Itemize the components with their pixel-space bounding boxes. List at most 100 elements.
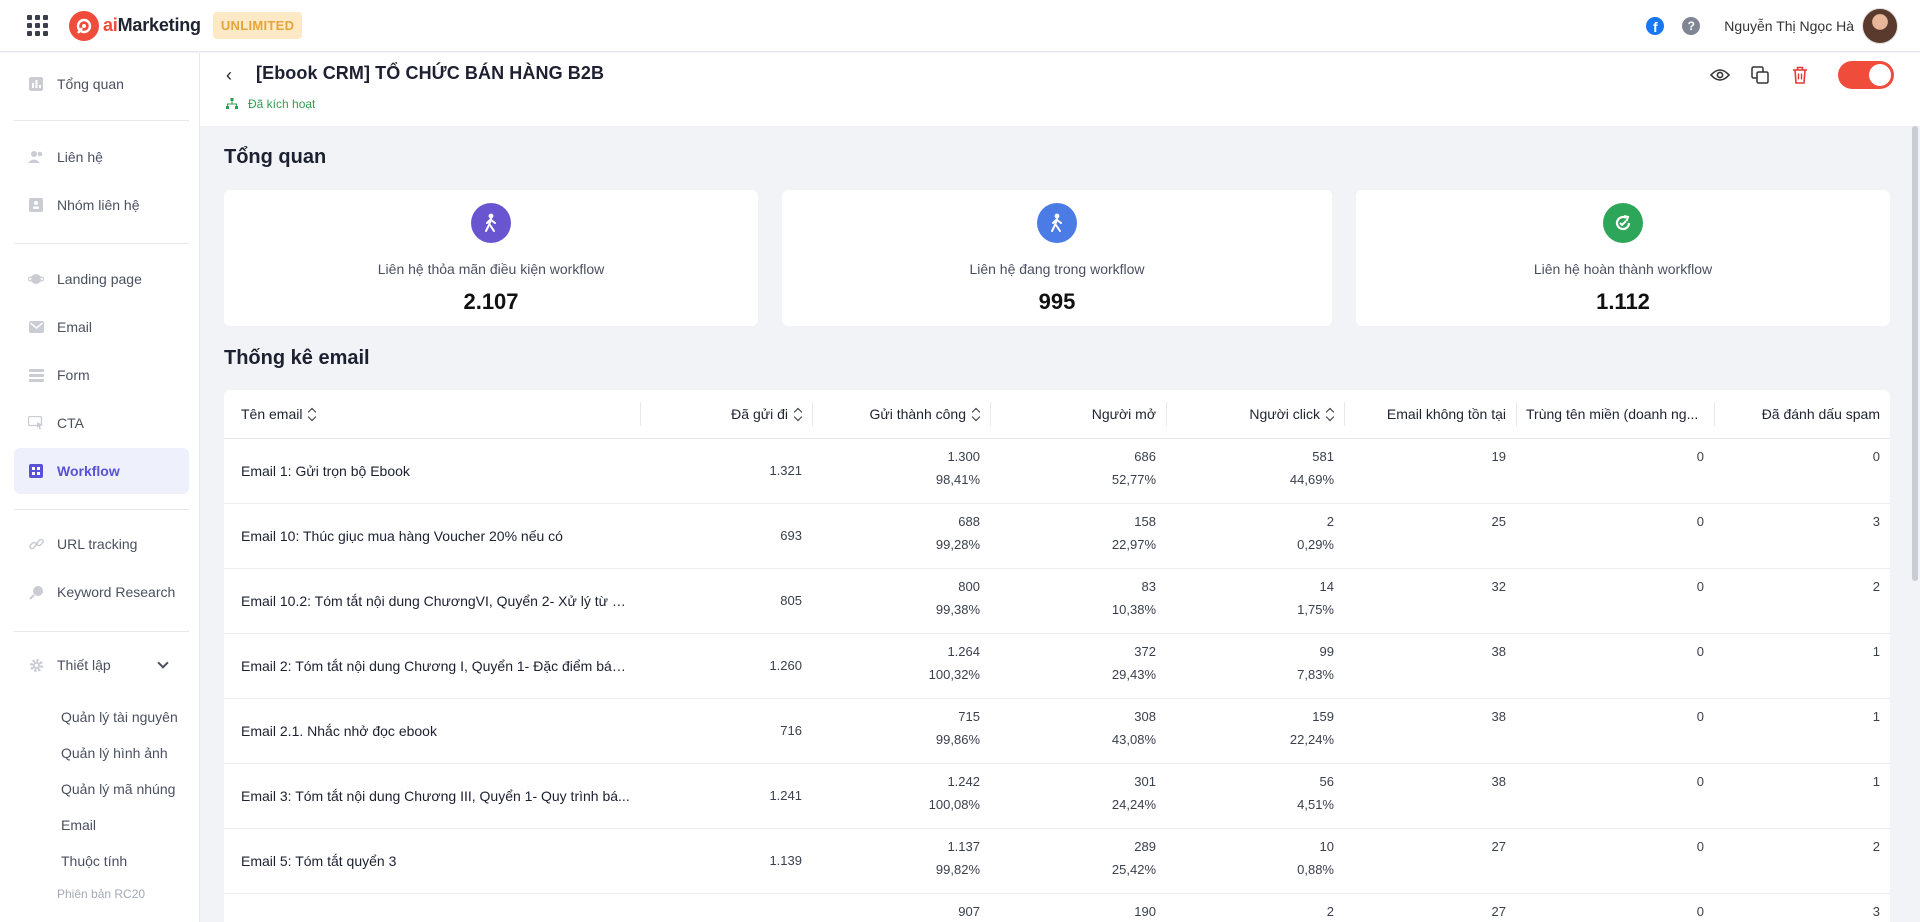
sidebar-subitem-resources[interactable]: Quản lý tài nguyên (61, 709, 178, 725)
opens-cell: 372 29,43% (990, 633, 1166, 699)
delivered-cell: 1.264 100,32% (812, 633, 990, 699)
spam-cell: 2 (1714, 828, 1890, 894)
duplicate-domain-cell: 0 (1516, 763, 1714, 829)
sidebar-item-label: Nhóm liên hệ (57, 197, 140, 213)
user-name[interactable]: Nguyễn Thị Ngọc Hà (1724, 18, 1854, 34)
table-row[interactable]: Email 10: Thúc giục mua hàng Voucher 20%… (224, 503, 1890, 569)
table-row[interactable]: Email 2.1. Nhắc nhở đọc ebook 716 715 99,… (224, 698, 1890, 764)
sidebar-subitem-email[interactable]: Email (61, 817, 96, 833)
spam-cell: 1 (1714, 763, 1890, 829)
column-header-invalid-email[interactable]: Email không tồn tại (1344, 390, 1516, 439)
chevron-down-icon[interactable] (157, 657, 169, 669)
column-header-spam[interactable]: Đã đánh dấu spam (1714, 390, 1890, 439)
sent-cell: 1.241 (640, 763, 812, 829)
facebook-icon[interactable]: f (1646, 17, 1665, 35)
activate-toggle[interactable] (1838, 61, 1894, 89)
invalid-cell: 27 (1344, 893, 1516, 922)
delivered-cell: 1.242 100,08% (812, 763, 990, 829)
column-header-opens[interactable]: Người mở (990, 390, 1166, 439)
delivered-cell: 715 99,86% (812, 698, 990, 764)
table-row[interactable]: Email 10.2: Tóm tắt nội dung ChươngVI, Q… (224, 568, 1890, 634)
help-icon[interactable]: ? (1682, 17, 1701, 35)
duplicate-domain-cell: 0 (1516, 698, 1714, 764)
brand-name: aiMarketing (103, 15, 201, 35)
sent-cell: 805 (640, 568, 812, 634)
table-row[interactable]: 907 190 2 27 0 3 (224, 893, 1890, 922)
table-row[interactable]: Email 3: Tóm tắt nội dung Chương III, Qu… (224, 763, 1890, 829)
sidebar-item-label: Liên hệ (57, 149, 103, 165)
divider (14, 631, 189, 632)
email-name-cell[interactable]: Email 3: Tóm tắt nội dung Chương III, Qu… (224, 763, 640, 829)
sort-icon[interactable] (794, 408, 802, 422)
sidebar-item-contacts[interactable]: Liên hệ (14, 134, 189, 180)
sidebar-item-label: Thiết lập (57, 657, 111, 673)
opens-cell: 301 24,24% (990, 763, 1166, 829)
table-header-row: Tên email Đã gửi đi Gửi thành công Người… (224, 390, 1890, 439)
version-label: Phiên bản RC20 (57, 887, 146, 901)
email-name-cell[interactable]: Email 2: Tóm tắt nội dung Chương I, Quyể… (224, 633, 640, 699)
duplicate-icon[interactable] (1748, 63, 1772, 87)
stat-value: 995 (1038, 289, 1076, 314)
spam-cell: 3 (1714, 893, 1890, 922)
sidebar-item-contact-groups[interactable]: Nhóm liên hệ (14, 182, 189, 228)
email-name-cell[interactable] (224, 893, 640, 922)
contact-group-icon (28, 197, 44, 213)
sidebar-item-landing-page[interactable]: Landing page (14, 256, 189, 302)
duplicate-domain-cell: 0 (1516, 438, 1714, 504)
duplicate-domain-cell: 0 (1516, 568, 1714, 634)
column-header-delivered[interactable]: Gửi thành công (812, 390, 990, 439)
table-row[interactable]: Email 5: Tóm tắt quyển 3 1.139 1.137 99,8… (224, 828, 1890, 894)
sidebar-item-form[interactable]: Form (14, 352, 189, 398)
opens-cell: 158 22,97% (990, 503, 1166, 569)
opens-cell: 83 10,38% (990, 568, 1166, 634)
page-scrollbar[interactable] (1912, 126, 1918, 581)
spam-cell: 1 (1714, 633, 1890, 699)
opens-cell: 289 25,42% (990, 828, 1166, 894)
opens-cell: 308 43,08% (990, 698, 1166, 764)
plan-badge: UNLIMITED (212, 12, 303, 39)
sidebar-item-workflow[interactable]: Workflow (14, 448, 189, 494)
app-grid-icon[interactable] (27, 14, 49, 37)
column-header-clicks[interactable]: Người click (1166, 390, 1344, 439)
spam-cell: 2 (1714, 568, 1890, 634)
stat-label: Liên hệ đang trong workflow (969, 261, 1145, 277)
sidebar-item-cta[interactable]: CTA (14, 400, 189, 446)
spam-cell: 0 (1714, 438, 1890, 504)
column-header-email-name[interactable]: Tên email (224, 390, 640, 439)
sidebar-item-email[interactable]: Email (14, 304, 189, 350)
workflow-header: ‹ [Ebook CRM] TỔ CHỨC BÁN HÀNG B2B Đã kí… (200, 53, 1920, 126)
hierarchy-icon (226, 98, 238, 109)
email-name-cell[interactable]: Email 5: Tóm tắt quyển 3 (224, 828, 640, 894)
sidebar-item-keyword-research[interactable]: Keyword Research (14, 569, 189, 615)
delete-trash-icon[interactable] (1788, 63, 1812, 87)
avatar[interactable] (1862, 8, 1898, 44)
table-row[interactable]: Email 2: Tóm tắt nội dung Chương I, Quyể… (224, 633, 1890, 699)
page-title: [Ebook CRM] TỔ CHỨC BÁN HÀNG B2B (256, 63, 605, 83)
brand-logo[interactable]: aiMarketing (69, 10, 201, 41)
back-icon[interactable]: ‹ (226, 65, 232, 86)
preview-eye-icon[interactable] (1708, 63, 1732, 87)
sidebar-item-overview[interactable]: Tổng quan (14, 61, 189, 107)
sidebar-subitem-embed-codes[interactable]: Quản lý mã nhúng (61, 781, 175, 797)
sidebar-subitem-attributes[interactable]: Thuộc tính (61, 853, 127, 869)
sidebar-item-label: CTA (57, 415, 84, 431)
email-name-cell[interactable]: Email 10: Thúc giục mua hàng Voucher 20%… (224, 503, 640, 569)
sent-cell: 1.321 (640, 438, 812, 504)
stat-card-in-progress: Liên hệ đang trong workflow 995 (782, 190, 1332, 326)
email-name-cell[interactable]: Email 1: Gửi trọn bộ Ebook (224, 438, 640, 504)
divider (14, 243, 189, 244)
invalid-cell: 25 (1344, 503, 1516, 569)
column-header-sent[interactable]: Đã gửi đi (640, 390, 812, 439)
email-name-cell[interactable]: Email 2.1. Nhắc nhở đọc ebook (224, 698, 640, 764)
email-name-cell[interactable]: Email 10.2: Tóm tắt nội dung ChươngVI, Q… (224, 568, 640, 634)
sidebar-item-url-tracking[interactable]: URL tracking (14, 521, 189, 567)
sort-icon[interactable] (1326, 408, 1334, 422)
table-row[interactable]: Email 1: Gửi trọn bộ Ebook 1.321 1.300 98… (224, 438, 1890, 504)
column-header-duplicate-domain[interactable]: Trùng tên miền (doanh ng... (1516, 390, 1714, 439)
sort-icon[interactable] (972, 408, 980, 422)
sidebar-subitem-images[interactable]: Quản lý hình ảnh (61, 745, 168, 761)
workflow-icon (28, 463, 44, 479)
sort-icon[interactable] (308, 408, 316, 422)
clicks-cell: 14 1,75% (1166, 568, 1344, 634)
sidebar-item-settings[interactable]: Thiết lập (14, 642, 189, 688)
